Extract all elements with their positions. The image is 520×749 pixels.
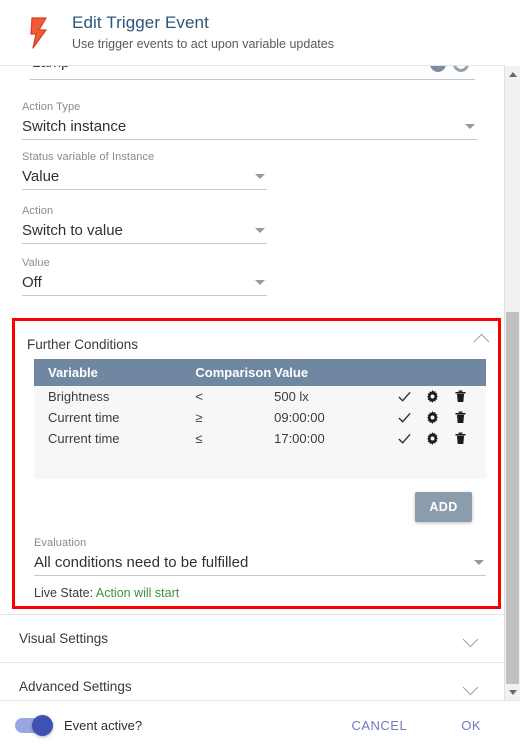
live-state-label: Live State:: [34, 586, 94, 600]
further-conditions-header[interactable]: Further Conditions: [27, 331, 490, 357]
field-action-type-label: Action Type: [22, 101, 81, 113]
instance-field-icons: [430, 66, 469, 72]
page-title: Edit Trigger Event: [72, 13, 209, 32]
row-action-group: [385, 431, 486, 446]
chevron-down-icon[interactable]: [465, 124, 475, 129]
chevron-down-icon[interactable]: [255, 228, 265, 233]
gear-icon[interactable]: [425, 389, 440, 404]
instance-circle-outline-icon[interactable]: [453, 66, 469, 72]
arrow-up-icon: [508, 71, 517, 77]
field-status-variable-control[interactable]: Value: [22, 164, 267, 190]
trash-icon[interactable]: [453, 410, 468, 425]
chevron-up-icon[interactable]: [473, 333, 490, 350]
field-action-control[interactable]: Switch to value: [22, 218, 267, 244]
check-icon[interactable]: [397, 389, 412, 404]
cell-value: 17:00:00: [274, 428, 386, 449]
section-advanced-settings[interactable]: Advanced Settings: [0, 662, 505, 700]
lightning-bolt-icon: [22, 13, 56, 53]
scrollbar-thumb[interactable]: [506, 312, 519, 712]
field-action-type-value: Switch instance: [22, 117, 127, 135]
event-active-label: Event active?: [64, 717, 143, 733]
section-visual-settings[interactable]: Visual Settings: [0, 614, 505, 662]
cell-variable: Current time: [34, 428, 196, 449]
dialog-body: Lamp Action Type Switch instance Status …: [0, 66, 505, 700]
field-action: Action Switch to value: [22, 204, 267, 244]
ok-button[interactable]: OK: [455, 717, 487, 734]
gear-icon[interactable]: [425, 410, 440, 425]
field-evaluation: Evaluation All conditions need to be ful…: [34, 536, 486, 576]
field-value: Value Off: [22, 256, 267, 296]
chevron-down-icon[interactable]: [462, 679, 479, 696]
live-state-value: Action will start: [95, 586, 180, 600]
section-advanced-settings-title: Advanced Settings: [19, 679, 132, 694]
add-condition-button[interactable]: ADD: [415, 492, 472, 522]
section-visual-settings-title: Visual Settings: [19, 631, 109, 646]
chevron-down-icon[interactable]: [255, 280, 265, 285]
field-status-variable-label: Status variable of Instance: [22, 151, 155, 163]
field-action-type: Action Type Switch instance: [22, 100, 477, 140]
dialog-header: Edit Trigger Event Use trigger events to…: [0, 0, 505, 66]
chevron-down-icon[interactable]: [474, 560, 484, 565]
column-header-variable: Variable: [34, 359, 196, 386]
vertical-scrollbar[interactable]: [504, 66, 520, 712]
header-text-block: Edit Trigger Event Use trigger events to…: [72, 12, 334, 53]
field-value-value: Off: [22, 273, 42, 291]
instance-field[interactable]: Lamp: [30, 66, 475, 80]
check-icon[interactable]: [397, 410, 412, 425]
column-header-actions: [385, 359, 486, 386]
table-header-row: Variable Comparison Value: [34, 359, 486, 386]
field-value-control[interactable]: Off: [22, 270, 267, 296]
trash-icon[interactable]: [453, 389, 468, 404]
cancel-button[interactable]: CANCEL: [345, 717, 413, 734]
arrow-down-icon: [508, 689, 517, 695]
instance-field-value: Lamp: [32, 66, 70, 71]
field-evaluation-label: Evaluation: [34, 537, 87, 549]
cell-value: 09:00:00: [274, 407, 386, 428]
scroll-down-button[interactable]: [505, 684, 520, 700]
footer-actions: CANCEL OK: [345, 717, 520, 734]
cell-comparison: <: [195, 386, 275, 407]
gear-icon[interactable]: [425, 431, 440, 446]
check-icon[interactable]: [397, 431, 412, 446]
column-header-value: Value: [274, 359, 386, 386]
table-row[interactable]: Current time ≥ 09:00:00: [34, 407, 486, 428]
field-action-value: Switch to value: [22, 221, 123, 239]
table-row[interactable]: Brightness < 500 lx: [34, 386, 486, 407]
row-action-group: [385, 389, 486, 404]
trash-icon[interactable]: [453, 431, 468, 446]
instance-circle-icon[interactable]: [430, 66, 446, 72]
scroll-up-button[interactable]: [505, 66, 520, 82]
cell-variable: Current time: [34, 407, 196, 428]
cell-variable: Brightness: [34, 386, 196, 407]
page-subtitle: Use trigger events to act upon variable …: [72, 37, 334, 51]
cell-comparison: ≤: [195, 428, 275, 449]
chevron-down-icon[interactable]: [255, 174, 265, 179]
field-action-label: Action: [22, 205, 54, 217]
column-header-comparison: Comparison: [195, 359, 275, 386]
chevron-down-icon[interactable]: [462, 631, 479, 648]
field-status-variable-value: Value: [22, 167, 60, 185]
further-conditions-panel: Further Conditions Variable Comparison V…: [12, 318, 501, 609]
field-evaluation-control[interactable]: All conditions need to be fulfilled: [34, 550, 486, 576]
toggle-knob: [32, 714, 53, 736]
field-value-label: Value: [22, 257, 50, 269]
edit-trigger-event-dialog: Edit Trigger Event Use trigger events to…: [0, 0, 520, 749]
field-action-type-control[interactable]: Switch instance: [22, 114, 477, 140]
event-active-toggle[interactable]: [15, 714, 53, 736]
conditions-table: Variable Comparison Value Brightness < 5…: [34, 359, 486, 479]
live-state: Live State: Action will start: [34, 586, 179, 600]
cell-value: 500 lx: [274, 386, 386, 407]
table-row[interactable]: Current time ≤ 17:00:00: [34, 428, 486, 449]
dialog-footer: Event active? CANCEL OK: [0, 700, 520, 749]
row-action-group: [385, 410, 486, 425]
further-conditions-title: Further Conditions: [27, 336, 139, 352]
field-evaluation-value: All conditions need to be fulfilled: [34, 553, 249, 571]
field-status-variable: Status variable of Instance Value: [22, 150, 267, 190]
cell-comparison: ≥: [195, 407, 275, 428]
